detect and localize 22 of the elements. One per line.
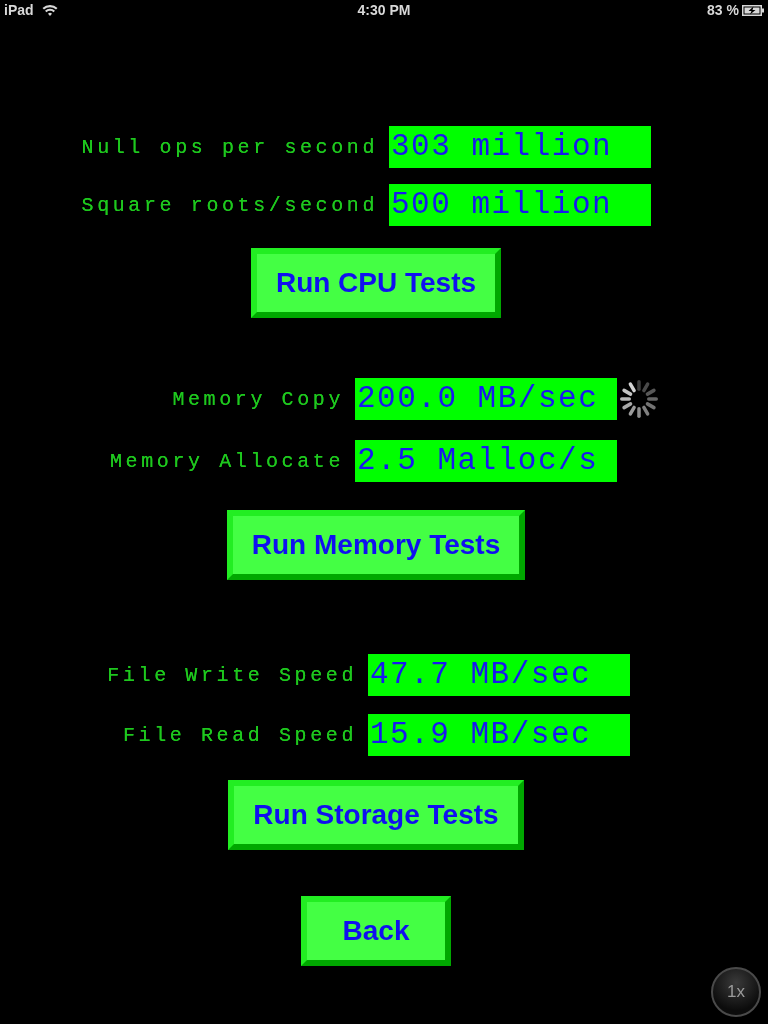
result-label: Memory Copy [171, 387, 344, 411]
carrier-name: iPad [4, 1, 34, 20]
run-tests-button[interactable]: Run Storage Tests [228, 780, 524, 850]
result-value-field: 200.0 MB/sec [355, 378, 617, 420]
back-button[interactable]: Back [301, 896, 451, 966]
result-label: File Write Speed [106, 663, 357, 687]
result-label: File Read Speed [121, 723, 357, 747]
battery-charging-icon [742, 4, 764, 16]
result-value-field: 500 million [389, 184, 651, 226]
battery-percentage: 83 % [707, 1, 739, 20]
status-time: 4:30 PM [357, 2, 411, 18]
result-label: Square roots/second [80, 193, 378, 217]
result-value-field: 47.7 MB/sec [368, 654, 630, 696]
result-label: Memory Allocate [108, 449, 344, 473]
run-tests-button[interactable]: Run Memory Tests [226, 510, 526, 580]
result-label: Null ops per second [80, 135, 378, 159]
wifi-icon [41, 4, 58, 16]
result-value-field: 2.5 Malloc/s [355, 440, 617, 482]
zoom-scale-button[interactable]: 1x [711, 967, 761, 1017]
run-tests-button[interactable]: Run CPU Tests [250, 248, 502, 318]
result-value-field: 303 million [389, 126, 651, 168]
result-value-field: 15.9 MB/sec [368, 714, 630, 756]
